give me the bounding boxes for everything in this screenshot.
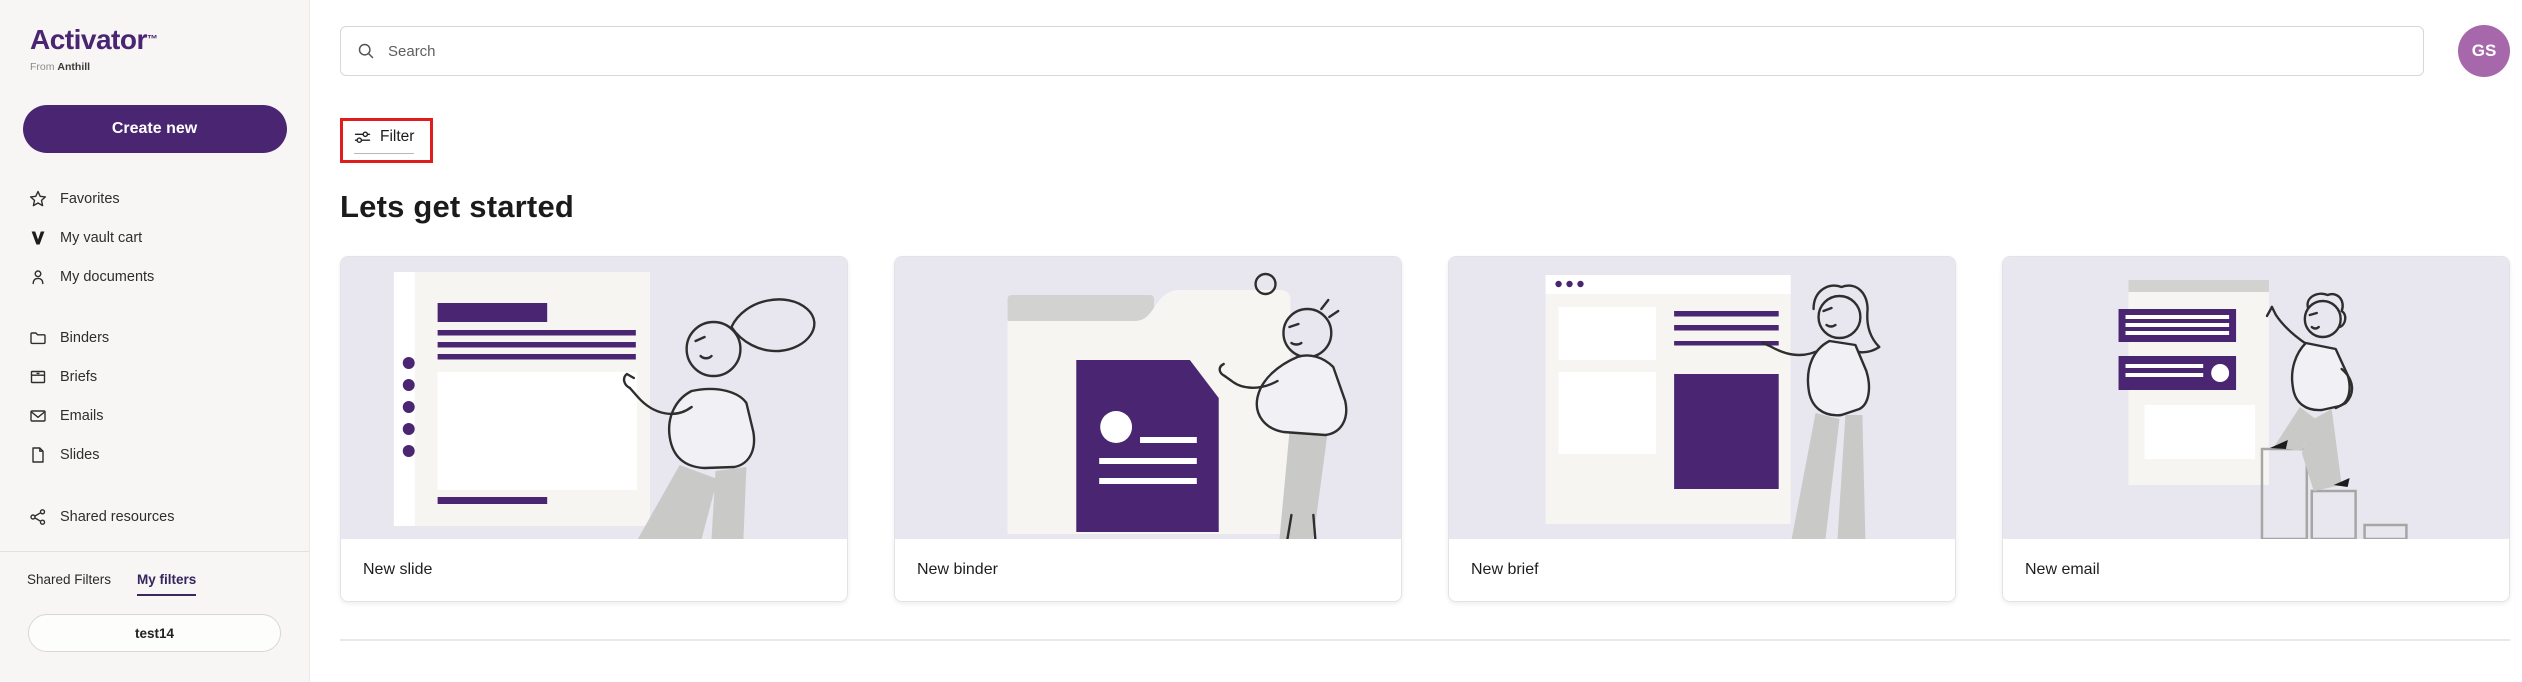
- top-bar: GS: [340, 25, 2510, 77]
- sidebar-item-emails[interactable]: Emails: [0, 396, 309, 435]
- sidebar-item-my-documents[interactable]: My documents: [0, 257, 309, 296]
- nav-spacer: [0, 474, 309, 497]
- folder-icon: [29, 329, 47, 347]
- email-illustration: [2003, 257, 2509, 539]
- envelope-icon: [29, 407, 47, 425]
- sidebar-item-label: Shared resources: [60, 509, 174, 525]
- sidebar-item-label: My documents: [60, 269, 154, 285]
- annotation-box-filter: Filter: [340, 118, 433, 163]
- nav-spacer: [0, 296, 309, 318]
- binder-illustration: [895, 257, 1401, 539]
- saved-filter-test14[interactable]: test14: [28, 614, 281, 652]
- sidebar-item-my-vault-cart[interactable]: My vault cart: [0, 218, 309, 257]
- card-new-binder[interactable]: New binder: [894, 256, 1402, 602]
- app-logo-title: Activator: [30, 24, 147, 55]
- filter-underline: [354, 153, 414, 154]
- card-new-slide[interactable]: New slide: [340, 256, 848, 602]
- sidebar-item-binders[interactable]: Binders: [0, 318, 309, 357]
- sidebar-item-label: My vault cart: [60, 230, 142, 246]
- search-box[interactable]: [340, 26, 2424, 76]
- trademark-symbol: ™: [147, 34, 158, 46]
- sidebar-item-label: Slides: [60, 447, 100, 463]
- person-icon: [29, 268, 47, 286]
- card-label: New slide: [341, 539, 847, 601]
- sidebar-item-favorites[interactable]: Favorites: [0, 179, 309, 218]
- vault-v-icon: [29, 229, 47, 247]
- sidebar-item-briefs[interactable]: Briefs: [0, 357, 309, 396]
- file-icon: [29, 446, 47, 464]
- card-label: New brief: [1449, 539, 1955, 601]
- sidebar-item-label: Binders: [60, 330, 109, 346]
- card-new-brief[interactable]: New brief: [1448, 256, 1956, 602]
- card-label: New binder: [895, 539, 1401, 601]
- sidebar-item-label: Emails: [60, 408, 104, 424]
- sidebar-item-label: Favorites: [60, 191, 120, 207]
- sidebar-filters-section: Shared Filters My filters test14: [0, 551, 309, 682]
- tab-my-filters[interactable]: My filters: [137, 572, 196, 596]
- card-label: New email: [2003, 539, 2509, 601]
- search-icon: [357, 42, 375, 60]
- search-input[interactable]: [388, 43, 2407, 60]
- create-new-button[interactable]: Create new: [23, 105, 287, 153]
- brand-name: Anthill: [57, 61, 90, 73]
- filter-button[interactable]: Filter: [354, 128, 414, 154]
- main-content: GS Filter Lets get started: [310, 0, 2522, 682]
- sidebar: Activator™ From Anthill Create new Favor…: [0, 0, 310, 682]
- card-new-email[interactable]: New email: [2002, 256, 2510, 602]
- sidebar-item-slides[interactable]: Slides: [0, 435, 309, 474]
- slide-illustration: [341, 257, 847, 539]
- sidebar-nav: Favorites My vault cart My documents Bin…: [0, 179, 309, 536]
- star-icon: [29, 190, 47, 208]
- sidebar-item-label: Briefs: [60, 369, 97, 385]
- archive-box-icon: [29, 368, 47, 386]
- tab-shared-filters[interactable]: Shared Filters: [27, 572, 111, 596]
- filter-button-label: Filter: [380, 128, 414, 146]
- app-logo-subtitle: From Anthill: [30, 61, 309, 73]
- app-logo: Activator™ From Anthill: [0, 0, 309, 73]
- filter-area: Filter: [340, 118, 2510, 163]
- getting-started-cards: New slide: [340, 256, 2510, 602]
- sliders-filter-icon: [354, 129, 371, 146]
- page-title: Lets get started: [340, 189, 2510, 225]
- filter-tabs: Shared Filters My filters: [0, 552, 309, 596]
- share-network-icon: [29, 508, 47, 526]
- brief-illustration: [1449, 257, 1955, 539]
- section-divider: [340, 639, 2510, 641]
- user-avatar[interactable]: GS: [2458, 25, 2510, 77]
- sidebar-item-shared-resources[interactable]: Shared resources: [0, 497, 309, 536]
